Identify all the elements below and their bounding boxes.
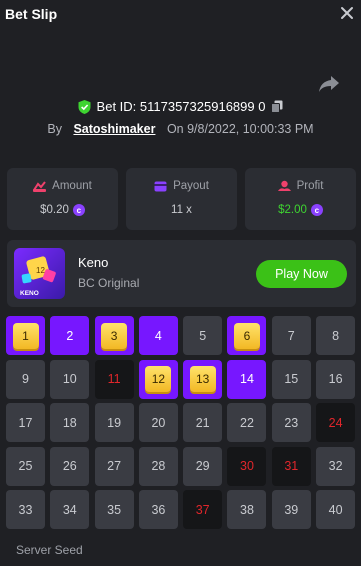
keno-cell: 17 xyxy=(6,403,45,443)
header: Bet Slip xyxy=(0,0,361,30)
verified-shield-icon xyxy=(78,99,91,114)
game-name: Keno xyxy=(78,255,109,270)
gem-tile: 3 xyxy=(101,322,128,349)
keno-cell: 39 xyxy=(271,490,311,530)
keno-cell-hit: 3 xyxy=(94,316,134,355)
play-now-button[interactable]: Play Now xyxy=(256,260,347,288)
amount-value: $0.20 xyxy=(40,204,69,216)
keno-cell-hit: 13 xyxy=(183,359,223,399)
keno-cell: 25 xyxy=(6,446,45,486)
close-icon[interactable] xyxy=(339,5,355,21)
keno-cell: 23 xyxy=(271,403,311,443)
keno-cell: 35 xyxy=(94,490,134,530)
keno-cell: 36 xyxy=(138,490,178,530)
keno-cell-hit: 6 xyxy=(227,316,267,355)
keno-cell: 16 xyxy=(316,359,356,399)
profit-card: Profit $2.00 c xyxy=(245,168,356,230)
page-title: Bet Slip xyxy=(5,6,58,22)
keno-cell: 21 xyxy=(183,403,223,443)
server-seed-label[interactable]: Server Seed xyxy=(16,543,83,557)
stats-row: Amount $0.20 c Payout 11 x Profit $2.00 … xyxy=(7,168,356,230)
keno-cell: 32 xyxy=(316,446,356,486)
keno-cell-drawn: 11 xyxy=(94,359,134,399)
keno-cell: 40 xyxy=(316,490,356,530)
copy-icon[interactable] xyxy=(271,100,283,113)
keno-cell: 5 xyxy=(183,316,223,355)
svg-text:12: 12 xyxy=(36,266,45,275)
keno-cell: 18 xyxy=(50,403,90,443)
keno-cell: 9 xyxy=(6,359,45,399)
keno-dice-icon: 12 KENO xyxy=(20,256,56,297)
bet-datetime: 9/8/2022, 10:00:33 PM xyxy=(187,122,314,136)
keno-cell: 26 xyxy=(50,446,90,486)
keno-board: 1 2 3 4 5 6 7 8 9 10 11 12 13 14 15 16 17 18 19 20 21 22 23 24 2… xyxy=(6,316,356,530)
coin-icon: c xyxy=(310,204,323,216)
bet-author-row: By Satoshimaker On 9/8/2022, 10:00:33 PM xyxy=(0,122,361,136)
profit-icon xyxy=(277,180,291,191)
keno-cell: 19 xyxy=(94,403,134,443)
profit-value: $2.00 xyxy=(278,204,307,216)
keno-cell: 38 xyxy=(227,490,267,530)
coin-icon: c xyxy=(72,204,85,216)
game-subtitle: BC Original xyxy=(78,276,140,290)
keno-cell: 28 xyxy=(138,446,178,486)
amount-label: Amount xyxy=(52,180,92,192)
keno-cell: 27 xyxy=(94,446,134,486)
keno-cell-picked: 4 xyxy=(138,316,178,355)
profit-label: Profit xyxy=(296,180,324,192)
thumb-label: KENO xyxy=(20,290,39,297)
keno-thumbnail[interactable]: 12 KENO xyxy=(14,248,65,299)
payout-card: Payout 11 x xyxy=(126,168,237,230)
gem-tile: 1 xyxy=(12,322,39,349)
keno-cell: 15 xyxy=(271,359,311,399)
keno-cell: 29 xyxy=(183,446,223,486)
gem-tile: 13 xyxy=(189,366,216,393)
bet-id-row: Bet ID: 5117357325916899 0 xyxy=(0,99,361,117)
keno-cell: 22 xyxy=(227,403,267,443)
keno-cell-picked: 14 xyxy=(227,359,267,399)
keno-cell-picked: 2 xyxy=(50,316,90,355)
amount-card: Amount $0.20 c xyxy=(7,168,118,230)
gem-tile: 12 xyxy=(145,366,172,393)
amount-icon xyxy=(33,180,47,192)
on-label: On xyxy=(166,122,184,136)
payout-value: 11 x xyxy=(171,204,192,216)
by-label: By xyxy=(47,122,62,136)
keno-cell: 33 xyxy=(6,490,45,530)
payout-label: Payout xyxy=(173,180,209,192)
keno-cell-hit: 12 xyxy=(138,359,178,399)
username-link[interactable]: Satoshimaker xyxy=(73,122,155,136)
keno-cell-hit: 1 xyxy=(6,316,45,355)
keno-cell-drawn: 30 xyxy=(227,446,267,486)
keno-cell: 8 xyxy=(316,316,356,355)
keno-cell-drawn: 37 xyxy=(183,490,223,530)
gem-tile: 6 xyxy=(233,322,260,349)
keno-cell: 20 xyxy=(138,403,178,443)
keno-cell-drawn: 24 xyxy=(316,403,356,443)
share-icon[interactable] xyxy=(318,75,340,93)
keno-cell-drawn: 31 xyxy=(271,446,311,486)
keno-cell: 10 xyxy=(50,359,90,399)
keno-cell: 7 xyxy=(271,316,311,355)
game-card: 12 KENO Keno BC Original Play Now xyxy=(7,240,356,307)
keno-cell: 34 xyxy=(50,490,90,530)
payout-icon xyxy=(154,181,167,191)
bet-id-text: Bet ID: 5117357325916899 0 xyxy=(96,99,266,114)
